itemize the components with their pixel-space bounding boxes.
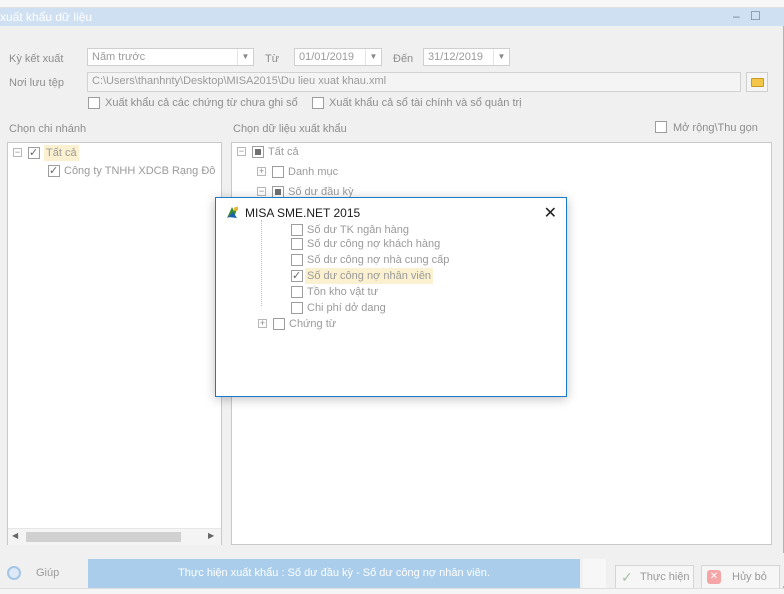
include-unposted-checkbox[interactable] [88, 97, 100, 109]
vouchers-label: Chứng từ [289, 318, 337, 330]
expand-icon[interactable]: + [257, 167, 266, 176]
branch-panel-heading: Chọn chi nhánh [9, 123, 87, 135]
to-date-picker[interactable]: 31/12/2019 ▼ [423, 48, 510, 66]
background-window-strip [0, 0, 784, 8]
expand-icon[interactable]: + [258, 319, 267, 328]
cancel-label: Hủy bỏ [732, 571, 767, 583]
dialog-title: MISA SME.NET 2015 [245, 206, 361, 220]
browse-folder-button[interactable] [746, 72, 768, 92]
data-tree-root[interactable]: − Tất cả [237, 144, 437, 160]
expand-collapse-label: Mở rộng\Thu gọn [673, 122, 758, 134]
catalog-label: Danh mục [288, 166, 339, 178]
status-spacer [583, 559, 606, 588]
supplier-debt-label: Số dư công nợ nhà cung cấp [307, 254, 450, 266]
scroll-left-icon[interactable]: ◀ [12, 531, 18, 540]
save-path-value: C:\Users\thanhnty\Desktop\MISA2015\Du li… [92, 75, 387, 87]
from-label: Từ [265, 53, 280, 65]
to-label: Đến [393, 53, 414, 65]
chevron-down-icon[interactable]: ▼ [493, 49, 509, 65]
inventory-label: Tồn kho vật tư [307, 286, 378, 298]
to-date-value: 31/12/2019 [428, 51, 484, 63]
period-select[interactable]: Năm trước ▼ [87, 48, 254, 66]
employee-debt-label: Số dư công nợ nhân viên [305, 268, 434, 284]
collapse-icon[interactable]: − [13, 148, 22, 157]
tree-dotted-line [261, 220, 262, 306]
misa-dialog[interactable]: MISA SME.NET 2015 ✕ Số dư TK ngân hàng S… [215, 197, 567, 397]
help-button[interactable]: Giúp [2, 562, 66, 586]
include-books-checkbox[interactable] [312, 97, 324, 109]
status-text: Thực hiện xuất khẩu : Số dư đầu kỳ - Số … [178, 567, 490, 579]
customer-debt-checkbox[interactable] [291, 238, 303, 250]
catalog-node[interactable]: + Danh mục [257, 164, 457, 180]
supplier-debt-checkbox[interactable] [291, 254, 303, 266]
save-path-field[interactable]: C:\Users\thanhnty\Desktop\MISA2015\Du li… [87, 72, 741, 92]
branch-all-checkbox[interactable] [28, 145, 40, 161]
data-all-checkbox[interactable] [252, 146, 264, 158]
checkmark-icon: ✓ [621, 569, 633, 585]
branch-horizontal-scrollbar[interactable]: ◀ ▶ [8, 528, 221, 545]
misa-app-icon [227, 206, 238, 218]
title-bar: xuất khẩu dữ liệu – ☐ [0, 8, 784, 26]
dialog-tree-items: Số dư TK ngân hàng Số dư công nợ khách h… [258, 220, 508, 340]
employee-debt-checkbox[interactable] [291, 268, 303, 284]
company-label: Công ty TNHH XDCB Rạng Đô [64, 165, 216, 177]
collapse-icon[interactable]: − [257, 187, 266, 196]
from-date-picker[interactable]: 01/01/2019 ▼ [294, 48, 382, 66]
dialog-close-button[interactable]: ✕ [544, 203, 557, 223]
vouchers-checkbox[interactable] [273, 318, 285, 330]
cancel-icon: ✕ [707, 570, 721, 584]
customer-debt-label: Số dư công nợ khách hàng [307, 238, 441, 250]
data-panel-heading: Chọn dữ liệu xuất khẩu [233, 123, 347, 135]
background-row-strip [0, 588, 784, 594]
period-label: Kỳ kết xuất [9, 53, 64, 65]
from-date-value: 01/01/2019 [299, 51, 355, 63]
inventory-checkbox[interactable] [291, 286, 303, 298]
status-bar: Thực hiện xuất khẩu : Số dư đầu kỳ - Số … [88, 559, 580, 588]
branch-tree-panel[interactable]: − Tất cả Công ty TNHH XDCB Rạng Đô [7, 142, 222, 545]
scrollbar-thumb[interactable] [26, 532, 181, 542]
execute-label: Thực hiện [640, 571, 690, 583]
collapse-icon[interactable]: − [237, 147, 246, 156]
catalog-checkbox[interactable] [272, 166, 284, 178]
minimize-button[interactable]: – [733, 9, 740, 23]
wip-cost-checkbox[interactable] [291, 302, 303, 314]
wip-cost-label: Chi phí dở dang [307, 302, 386, 314]
help-icon [7, 566, 21, 580]
expand-collapse-checkbox[interactable] [655, 121, 667, 133]
branch-all-label: Tất cả [44, 145, 79, 161]
company-checkbox[interactable] [48, 163, 60, 179]
save-path-label: Nơi lưu tệp [9, 77, 64, 89]
maximize-button[interactable]: ☐ [750, 9, 761, 23]
include-unposted-label: Xuất khẩu cả các chứng từ chưa ghi sổ [105, 97, 298, 109]
chevron-down-icon[interactable]: ▼ [365, 49, 381, 65]
chevron-down-icon[interactable]: ▼ [237, 49, 253, 65]
execute-button[interactable]: ✓ Thực hiện [615, 565, 694, 589]
bank-balance-checkbox[interactable] [291, 224, 303, 236]
data-all-label: Tất cả [268, 146, 299, 158]
scroll-right-icon[interactable]: ▶ [208, 531, 214, 540]
period-value: Năm trước [92, 51, 146, 63]
cancel-button[interactable]: ✕ Hủy bỏ [701, 565, 780, 589]
include-books-label: Xuất khẩu cả sổ tài chính và sổ quản trị [329, 97, 522, 109]
folder-icon [751, 78, 764, 87]
help-label: Giúp [36, 567, 60, 579]
window-title: xuất khẩu dữ liệu [0, 10, 93, 24]
